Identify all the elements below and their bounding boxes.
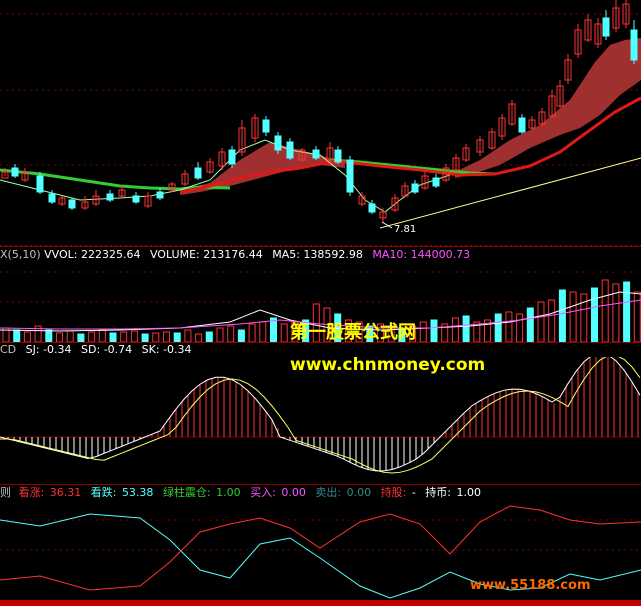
green-label: 绿柱震仓: [162,486,211,499]
candle-body [36,175,44,193]
volume-bar [56,332,63,342]
volume-bar [537,301,545,342]
coin-label: 持币: [425,486,452,499]
fall-value: 53.38 [121,486,154,499]
vvol-label: VVOL: 222325.64 [44,248,141,261]
sell-label: 卖出: [315,486,342,499]
volume-bar [280,323,288,342]
candle-body [286,141,294,159]
volume-bar [270,317,277,342]
volume-bar [516,313,524,342]
candle-body [411,183,419,193]
volume-bar [205,331,213,342]
ma10-label: MA10: 144000.73 [372,248,471,261]
volume-bar [216,327,224,342]
green-value: 1.00 [216,486,241,499]
candle-body [630,29,638,61]
watermark-url: www.chnmoney.com [290,355,486,375]
macd-prefix: CD [0,343,17,356]
hold-value: - [411,486,416,499]
candle-body [432,177,440,187]
volume-bar [109,332,117,342]
volume-bar [259,321,267,342]
volume-bar [184,329,192,342]
volume-bar [633,291,641,342]
macd-legend: CD SJ: -0.34 SD: -0.74 SK: -0.34 [0,343,198,357]
volume-bar [98,329,106,342]
volume-bar [558,289,566,342]
indicator-prefix: 则 [0,486,11,499]
volume-bar [591,287,598,342]
volume-bar [23,331,31,342]
volume-bar [13,329,21,342]
hold-label: 持股: [380,486,407,499]
volume-legend: X(5,10) VVOL: 222325.64 VOLUME: 213176.4… [0,248,476,262]
buy-value: 0.00 [281,486,306,499]
coin-value: 1.00 [456,486,482,499]
sd-label: SD: -0.74 [81,343,133,356]
candle-body [194,167,202,179]
candle-body [68,199,76,209]
volume-bar [152,332,160,342]
volume-bar [601,279,609,342]
volume-bar [462,315,470,342]
candle-body [602,17,610,37]
candle-body [274,135,282,151]
volume-bar [569,291,577,342]
volume-bar [526,307,534,342]
volume-bar [120,331,128,342]
volume-bar [88,331,96,342]
low-price-label: 7.81 [394,224,416,235]
candle-body [312,149,320,159]
volume-bar [173,332,181,342]
volume-bar [141,333,149,342]
rise-value: 36.31 [49,486,82,499]
macd-panel[interactable] [0,357,641,484]
volume-prefix: X(5,10) [0,248,41,261]
volume-bar [430,319,438,342]
sk-label: SK: -0.34 [141,343,192,356]
candle-body [48,193,56,203]
volume-bar [494,313,502,342]
volume-bar [248,323,256,342]
sell-value: 0.00 [346,486,372,499]
fall-label: 看跌: [90,486,117,499]
candle-body [368,203,376,213]
candlestick-chart[interactable]: 7.81 [0,0,641,245]
candle-body [11,167,19,177]
price-panel[interactable]: 7.81 [0,0,641,245]
ma5-label: MA5: 138592.98 [272,248,363,261]
volume-bar [163,331,170,342]
candle-body [156,191,164,199]
candle-body [106,193,114,201]
volume-bar [237,329,245,342]
volume-bar [505,311,513,342]
volume-bar [548,299,556,342]
rise-label: 看涨: [18,486,45,499]
volume-bar [130,330,138,342]
indicator-legend: 则 看涨: 36.31 看跌: 53.38 绿柱震仓: 1.00 买入: 0.0… [0,486,487,500]
volume-bar [195,333,203,342]
candle-body [518,117,526,133]
volume-bar [77,333,85,342]
candle-body [346,159,354,193]
volume-bar [451,317,459,342]
macd-chart[interactable] [0,357,641,484]
sj-label: SJ: -0.34 [25,343,72,356]
candle-body [262,119,270,133]
candle-body [132,195,140,203]
volume-bar [227,325,235,342]
volume-bar [66,330,74,342]
bottom-bar [0,600,641,606]
volume-bar [45,329,53,342]
candle-body [228,149,236,165]
volume-label: VOLUME: 213176.44 [149,248,263,261]
volume-bar [623,281,631,342]
candle-body [334,149,342,163]
watermark-title: 第一股票公式网 [290,322,416,343]
watermark-site: www.55188.com [470,578,591,593]
volume-bar [419,321,427,342]
buy-label: 买入: [250,486,276,499]
